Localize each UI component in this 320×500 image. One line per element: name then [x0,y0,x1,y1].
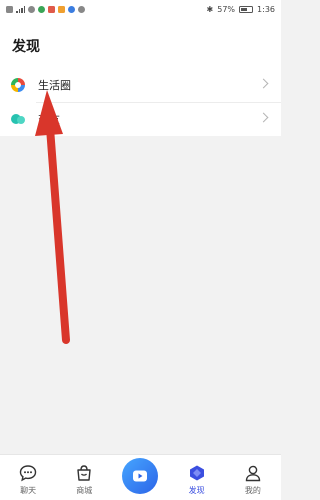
battery-percent: 57% [217,4,236,14]
list-item-label: 生活圈 [38,79,71,92]
app-notification-icon [38,5,45,13]
chevron-right-icon [258,112,269,123]
tab-label: 我的 [244,486,261,495]
status-right: ✱ 57% 1:36 [207,5,275,14]
tab-label: 发现 [188,486,205,495]
signal-icon [16,5,25,13]
app-notification-icon [78,5,85,13]
chevron-right-icon [258,78,269,89]
tab-shop[interactable]: 商城 [59,454,109,500]
tab-bar: 聊天 商城 发现 我的 [0,454,281,500]
app-notification-icon [48,5,55,13]
life-circle-icon [11,78,25,92]
app-notification-icon [68,5,75,13]
app-notification-icon [58,5,65,13]
discover-list: 生活圈 交友 [0,68,281,136]
friends-icon [11,114,25,124]
list-item-life-circle[interactable]: 生活圈 [0,68,281,102]
status-bar: ✱ 57% 1:36 [0,0,281,18]
battery-icon [239,5,254,13]
tab-center[interactable] [115,454,165,500]
tab-label: 商城 [76,486,93,495]
center-play-button[interactable] [122,458,159,494]
shop-icon [77,465,91,481]
clock: 1:36 [257,4,275,14]
tab-chat[interactable]: 聊天 [3,454,53,500]
tab-discover[interactable]: 发现 [172,454,222,500]
list-item-label: 交友 [38,113,60,126]
discover-icon [189,465,204,481]
chat-icon [19,465,37,482]
list-item-friends[interactable]: 交友 [0,102,281,136]
sim-icon [6,5,13,13]
page-title: 发现 [12,39,40,55]
tab-profile[interactable]: 我的 [228,454,278,500]
status-left [6,5,85,13]
wifi-icon [28,5,35,13]
profile-icon [245,465,261,482]
play-icon [133,470,148,482]
tab-label: 聊天 [20,486,37,495]
bluetooth-icon: ✱ [206,4,214,14]
header: 发现 [0,18,281,68]
